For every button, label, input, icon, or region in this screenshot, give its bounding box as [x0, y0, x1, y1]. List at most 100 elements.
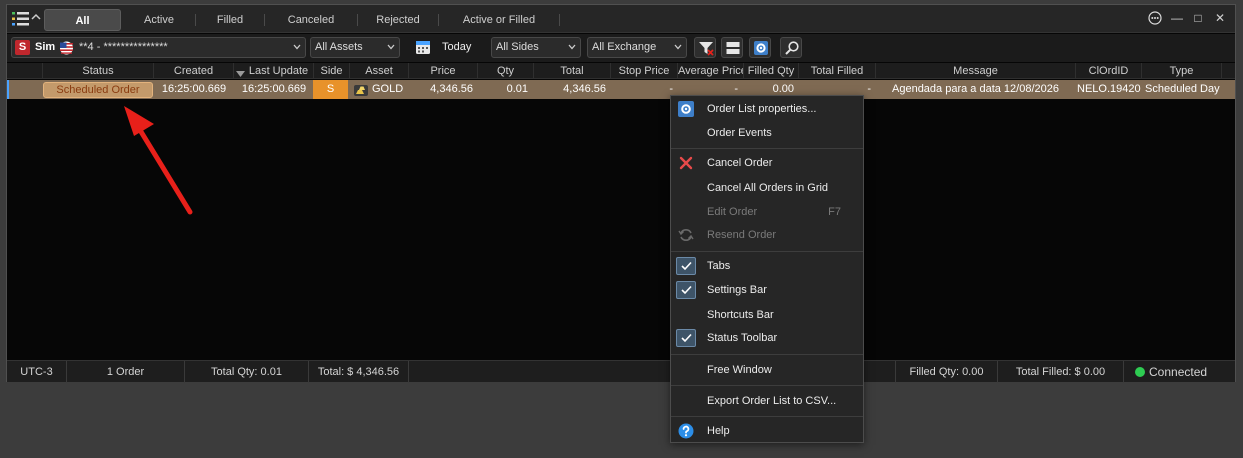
total-qty: Total Qty: 0.01 [185, 361, 309, 383]
menu-label: Status Toolbar [707, 332, 778, 344]
menu-separator [671, 416, 863, 417]
column-header-status[interactable]: Status [43, 63, 154, 79]
tab-canceled[interactable]: Canceled [265, 9, 357, 31]
chevron-down-icon [387, 44, 395, 50]
maximize-button[interactable]: □ [1191, 11, 1205, 25]
column-header-stop-price[interactable]: Stop Price [611, 63, 678, 79]
cell-message: Agendada para a data 12/08/2026 [892, 83, 1059, 95]
menu-item-edit-order: Edit Order F7 [671, 201, 863, 223]
cell-created: 16:25:00.669 [161, 83, 227, 95]
side-badge: S [313, 80, 348, 99]
menu-separator [671, 251, 863, 252]
column-header-price[interactable]: Price [409, 63, 478, 79]
status-badge: Scheduled Order [43, 82, 153, 98]
clear-filter-button[interactable] [694, 37, 716, 58]
refresh-icon [678, 229, 694, 241]
calendar-icon [416, 41, 430, 54]
account-type: Sim [35, 41, 56, 53]
menu-label: Order Events [707, 127, 772, 139]
tab-active-or-filled[interactable]: Active or Filled [439, 9, 559, 31]
assets-value: All Assets [315, 41, 363, 53]
search-button[interactable] [780, 37, 802, 58]
status-bar: UTC-3 1 Order Total Qty: 0.01 Total: $ 4… [7, 360, 1235, 383]
table-row[interactable]: Scheduled Order 16:25:00.669 16:25:00.66… [7, 80, 1235, 99]
account-number: **4 - *************** [79, 41, 168, 53]
column-header-marker [7, 63, 43, 79]
menu-item-free-window[interactable]: Free Window [671, 359, 863, 381]
menu-label: Cancel Order [707, 157, 773, 169]
menu-separator [671, 148, 863, 149]
column-header-total[interactable]: Total [534, 63, 611, 79]
tab-active[interactable]: Active [123, 9, 195, 31]
cell-qty: 0.01 [506, 83, 528, 95]
sides-value: All Sides [496, 41, 539, 53]
column-header-clordid[interactable]: ClOrdID [1076, 63, 1142, 79]
gold-bars-icon [354, 85, 368, 96]
search-icon [785, 41, 799, 55]
tab-filled[interactable]: Filled [196, 9, 264, 31]
menu-label: Order List properties... [707, 103, 817, 115]
minimize-button[interactable]: — [1170, 11, 1184, 25]
column-header-side[interactable]: Side [314, 63, 350, 79]
menu-item-settings-bar[interactable]: Settings Bar [671, 279, 863, 301]
menu-label: Shortcuts Bar [707, 309, 774, 321]
account-select[interactable]: S Sim **4 - *************** [11, 37, 306, 58]
account-badge: S [15, 40, 30, 55]
annotation-arrow [124, 106, 193, 215]
column-header-filled-qty[interactable]: Filled Qty [744, 63, 799, 79]
check-icon [676, 329, 696, 347]
layout-button[interactable] [721, 37, 743, 58]
menu-label: Settings Bar [707, 284, 767, 296]
tab-bar: All Active Filled Canceled Rejected Acti… [7, 5, 1235, 33]
menu-item-tabs[interactable]: Tabs [671, 255, 863, 277]
filter-clear-icon [699, 42, 714, 56]
close-button[interactable]: ✕ [1213, 11, 1227, 25]
column-header-type[interactable]: Type [1142, 63, 1222, 79]
menu-label: Free Window [707, 364, 772, 376]
check-icon [676, 281, 696, 299]
context-menu: Order List properties... Order Events Ca… [670, 95, 864, 443]
settings-icon [678, 101, 694, 117]
menu-item-shortcuts-bar[interactable]: Shortcuts Bar [671, 304, 863, 326]
filter-bar: S Sim **4 - *************** All Assets T… [7, 34, 1235, 62]
menu-item-help[interactable]: Help [671, 420, 863, 442]
chevron-down-icon [674, 44, 682, 50]
menu-item-cancel-order[interactable]: Cancel Order [671, 152, 863, 174]
timezone-label: UTC-3 [7, 361, 67, 383]
column-header-average-price[interactable]: Average Price [678, 63, 744, 79]
settings-button[interactable] [749, 37, 771, 58]
menu-label: Resend Order [707, 229, 777, 241]
menu-label: Help [707, 425, 730, 437]
column-header-total-filled[interactable]: Total Filled [799, 63, 876, 79]
tab-separator [559, 14, 560, 26]
column-header-created[interactable]: Created [154, 63, 234, 79]
menu-item-resend-order: Resend Order [671, 224, 863, 246]
column-header-message[interactable]: Message [876, 63, 1076, 79]
tab-all[interactable]: All [44, 9, 121, 31]
date-value: Today [442, 41, 472, 53]
menu-item-properties[interactable]: Order List properties... [671, 98, 863, 120]
menu-item-cancel-all[interactable]: Cancel All Orders in Grid [671, 177, 863, 199]
menu-separator [671, 354, 863, 355]
menu-item-export-csv[interactable]: Export Order List to CSV... [671, 390, 863, 412]
menu-label: Tabs [707, 260, 731, 272]
list-menu-icon[interactable] [12, 11, 30, 27]
column-header-qty[interactable]: Qty [478, 63, 534, 79]
filled-qty: Filled Qty: 0.00 [895, 361, 998, 383]
menu-item-order-events[interactable]: Order Events [671, 122, 863, 144]
menu-item-status-toolbar[interactable]: Status Toolbar [671, 327, 863, 349]
exchange-select[interactable]: All Exchange [587, 37, 687, 58]
tab-rejected[interactable]: Rejected [358, 9, 438, 31]
options-icon[interactable] [1148, 11, 1162, 25]
assets-select[interactable]: All Assets [310, 37, 400, 58]
menu-label: Edit Order [707, 206, 758, 218]
column-header-asset[interactable]: Asset [350, 63, 409, 79]
column-header-last-update[interactable]: Last Update [234, 63, 314, 79]
total-value: Total: $ 4,346.56 [309, 361, 409, 383]
chevron-up-icon[interactable] [31, 13, 41, 21]
menu-separator [671, 385, 863, 386]
cell-clordid: NELO.194202 [1077, 83, 1141, 95]
connection-status: Connected [1149, 365, 1208, 379]
date-filter[interactable]: Today [413, 38, 487, 59]
sides-select[interactable]: All Sides [491, 37, 581, 58]
